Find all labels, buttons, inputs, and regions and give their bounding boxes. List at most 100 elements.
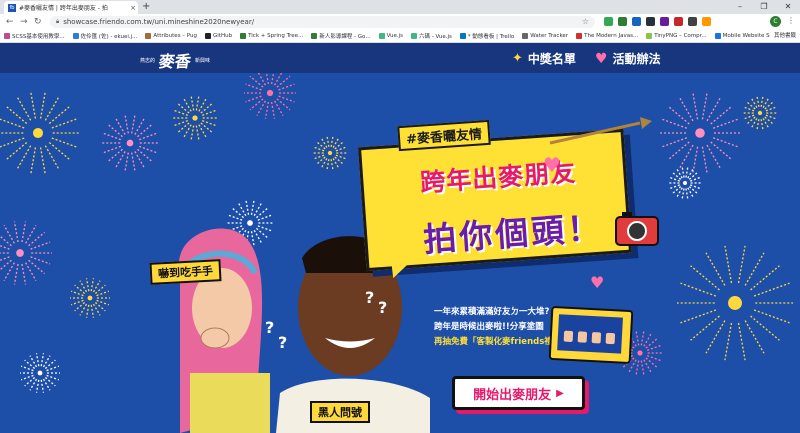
tab-title: #麥香曬友情 | 跨年出麥朋友 - 拍 xyxy=(19,5,108,12)
firework-burst xyxy=(173,96,217,140)
firework-burst xyxy=(312,135,348,171)
logo-text: 麥香 xyxy=(157,52,193,71)
extension-icons xyxy=(604,17,711,26)
heart-icon: ♥ xyxy=(590,273,605,292)
bookmark-favicon-icon xyxy=(522,33,529,39)
bookmark-item[interactable]: Water Tracker xyxy=(518,30,572,42)
bookmark-favicon-icon xyxy=(311,33,318,39)
extension-icon[interactable] xyxy=(688,17,697,26)
nav-winners-link[interactable]: ✦ 中獎名單 xyxy=(512,50,576,67)
url-text: showcase.friendo.com.tw/uni.mineshine202… xyxy=(63,18,255,26)
minimize-button[interactable]: – xyxy=(728,0,752,14)
preview-screen xyxy=(557,314,623,354)
question-mark: ? xyxy=(265,318,275,337)
bookmark-item[interactable]: Mobile Website S... xyxy=(711,30,779,42)
start-button-label: 開始出麥朋友 xyxy=(473,387,552,403)
address-bar[interactable]: 🔒︎ showcase.friendo.com.tw/uni.mineshine… xyxy=(50,16,595,28)
bookmark-label: TinyPNG – Compr... xyxy=(654,33,707,39)
firework-burst xyxy=(660,93,740,173)
girl-shirt xyxy=(190,373,270,433)
bookmark-item[interactable]: TinyPNG – Compr... xyxy=(642,30,710,42)
extension-icon[interactable] xyxy=(660,17,669,26)
tab-close-icon[interactable]: × xyxy=(128,4,138,12)
extension-icon[interactable] xyxy=(646,17,655,26)
firework-burst xyxy=(70,278,110,318)
bookmark-item[interactable]: 新人影導課程 - Go... xyxy=(307,30,374,42)
extension-icon[interactable] xyxy=(702,17,711,26)
bookmark-favicon-icon xyxy=(205,33,212,39)
bookmark-label: Attributes – Pug xyxy=(153,33,198,39)
bookmarks-bar: SCSS基本使用教學... 佐伶匯 (佐) - ekuei.j... Attribu… xyxy=(0,30,800,43)
logo-small-text: 燕志的 xyxy=(140,57,156,64)
bookmark-label: * 動態看板 | Trello xyxy=(467,34,515,40)
girl-hand xyxy=(200,327,230,349)
window-controls: – ❐ ✕ xyxy=(728,0,800,14)
menu-icon[interactable]: ⋮ xyxy=(787,16,795,25)
bookmark-item[interactable]: SCSS基本使用教學... xyxy=(0,30,69,42)
bookmark-star-icon[interactable]: ☆ xyxy=(582,16,589,28)
profile-avatar[interactable]: C xyxy=(770,16,781,27)
bookmark-favicon-icon xyxy=(240,33,247,39)
logo-tail-text: 新興味 xyxy=(195,57,211,64)
bookmark-item[interactable]: 六碼 - Vue.js xyxy=(407,30,456,42)
firework-burst xyxy=(669,167,701,199)
reload-button[interactable]: ↻ xyxy=(34,16,42,28)
bookmark-label: Water Tracker xyxy=(530,33,569,39)
extension-icon[interactable] xyxy=(632,17,641,26)
bookmark-label: 六碼 - Vue.js xyxy=(418,34,452,40)
forward-button[interactable]: → xyxy=(20,16,28,28)
mineshine-logo[interactable]: 燕志的 麥香 新興味 xyxy=(140,48,210,72)
extension-icon[interactable] xyxy=(604,17,613,26)
bookmark-label: Vue.js xyxy=(386,33,403,39)
bookmark-item[interactable]: Attributes – Pug xyxy=(141,30,201,42)
firework-burst xyxy=(742,95,778,131)
bookmark-item[interactable]: 佐伶匯 (佐) - ekuei.j... xyxy=(69,30,142,42)
play-arrow-icon: ▶ xyxy=(556,387,564,399)
bookmark-favicon-icon xyxy=(4,33,10,39)
label-shocked: 嚇到吃手手 xyxy=(149,259,222,285)
heart-icon: ♥ xyxy=(543,153,561,177)
back-button[interactable]: ← xyxy=(6,16,14,28)
bookmark-favicon-icon xyxy=(576,33,583,39)
bookmark-label: GitHub xyxy=(213,33,233,39)
nav-winners-label: 中獎名單 xyxy=(527,52,576,66)
start-button[interactable]: 開始出麥朋友 ▶ xyxy=(452,376,585,410)
page-content: 燕志的 麥香 新興味 ✦ 中獎名單 ♥ 活動辦法 ? ? ? ? 嚇到吃手手 黑… xyxy=(0,43,800,433)
extension-icon[interactable] xyxy=(674,17,683,26)
gift-box-preview xyxy=(548,305,634,365)
label-confused: 黑人問號 xyxy=(310,401,370,423)
nav-rules-label: 活動辦法 xyxy=(612,52,661,66)
bookmark-favicon-icon xyxy=(145,33,152,39)
browser-tab[interactable]: fb #麥香曬友情 | 跨年出麥朋友 - 拍 × xyxy=(4,1,138,14)
browser-tab-bar: fb #麥香曬友情 | 跨年出麥朋友 - 拍 × + – ❐ ✕ xyxy=(0,0,800,14)
firework-burst xyxy=(244,73,296,119)
firework-burst xyxy=(20,353,60,393)
firework-burst xyxy=(677,245,793,361)
facebook-favicon-icon: fb xyxy=(8,3,16,12)
question-mark: ? xyxy=(365,288,375,307)
other-bookmarks[interactable]: 其他書籤 xyxy=(769,30,796,42)
bookmark-label: SCSS基本使用教學... xyxy=(12,34,65,40)
question-mark: ? xyxy=(278,333,288,352)
close-window-button[interactable]: ✕ xyxy=(776,0,800,14)
bookmark-item[interactable]: The Modern Javas... xyxy=(572,30,642,42)
browser-toolbar: ← → ↻ 🔒︎ showcase.friendo.com.tw/uni.min… xyxy=(0,14,800,30)
firework-burst xyxy=(0,221,52,285)
heart-icon: ♥ xyxy=(595,50,608,67)
bookmark-label: The Modern Javas... xyxy=(584,33,639,39)
sparkle-icon: ✦ xyxy=(512,51,523,66)
new-tab-button[interactable]: + xyxy=(142,0,150,14)
site-header: 燕志的 麥香 新興味 ✦ 中獎名單 ♥ 活動辦法 xyxy=(0,43,800,73)
extension-icon[interactable] xyxy=(618,17,627,26)
bookmark-item[interactable]: GitHub xyxy=(201,30,236,42)
bookmark-favicon-icon xyxy=(378,33,385,39)
nav-rules-link[interactable]: ♥ 活動辦法 xyxy=(595,50,661,67)
bookmark-favicon-icon xyxy=(646,33,653,39)
bookmark-favicon-icon xyxy=(714,33,721,39)
firework-burst xyxy=(0,91,80,175)
bookmark-item[interactable]: Tick + Spring Tree... xyxy=(236,30,307,42)
bookmark-favicon-icon xyxy=(72,33,79,39)
bookmark-item[interactable]: Vue.js xyxy=(375,30,407,42)
maximize-button[interactable]: ❐ xyxy=(752,0,776,14)
bookmark-item[interactable]: * 動態看板 | Trello xyxy=(456,30,518,42)
